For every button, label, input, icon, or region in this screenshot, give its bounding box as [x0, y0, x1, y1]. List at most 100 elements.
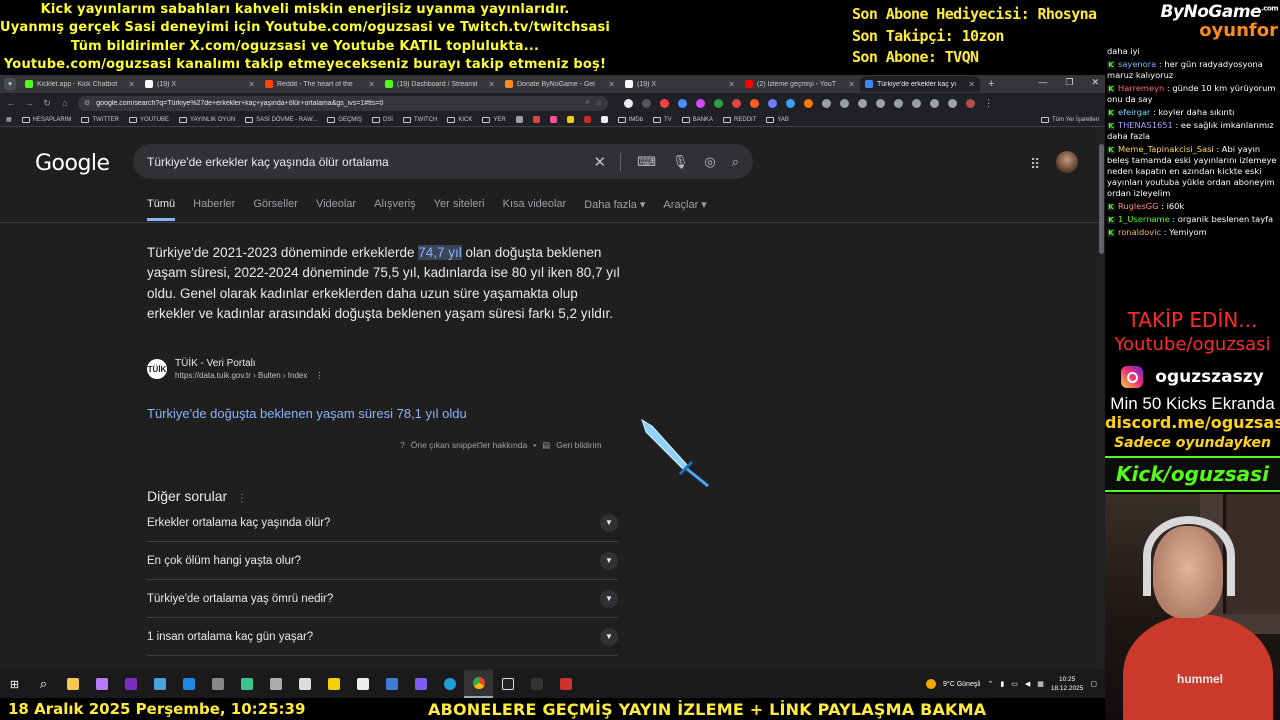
bookmark-item[interactable]: YAB — [766, 116, 789, 123]
language-icon[interactable]: ▦ — [1037, 680, 1044, 688]
extension-icon[interactable] — [786, 98, 795, 108]
browser-tab[interactable]: (19) X ✕ — [140, 76, 260, 92]
menu-dots-icon[interactable]: ⋮ — [984, 98, 993, 109]
start-button[interactable]: ⊞ — [0, 670, 29, 698]
forward-icon[interactable]: → — [24, 98, 34, 108]
extension-icon[interactable] — [624, 98, 633, 108]
bookmark-favicon-icon[interactable] — [532, 116, 540, 123]
extension-icon[interactable] — [678, 98, 687, 108]
bookmark-favicon-icon[interactable] — [566, 116, 574, 123]
apps-grid-icon[interactable]: ⠿ — [1030, 156, 1040, 173]
omnibox[interactable]: ⚙ google.com/search?q=Türkiye%27de+erkek… — [78, 95, 608, 111]
keyboard-icon[interactable]: ⌨ — [637, 154, 656, 170]
sidepanel-icon[interactable] — [912, 98, 921, 108]
bookmark-item[interactable]: BANKA — [681, 116, 713, 123]
search-icon[interactable]: ⌕ — [732, 154, 739, 170]
result-link[interactable]: Türkiye'de doğuşta beklenen yaşam süresi… — [147, 406, 467, 421]
extensions-puzzle-icon[interactable] — [840, 98, 849, 108]
search-tab[interactable]: Araçlar ▾ — [663, 198, 706, 221]
bookmark-item[interactable]: DSİ — [371, 116, 393, 123]
tab-close-icon[interactable]: ✕ — [728, 80, 735, 89]
zoom-icon[interactable]: ⌕ — [586, 99, 590, 107]
app-icon[interactable] — [319, 670, 348, 698]
close-window-icon[interactable]: ✕ — [1091, 77, 1099, 88]
chrome-icon[interactable] — [464, 670, 493, 698]
question-row[interactable]: 1 insan ortalama kaç gün yaşar? ▼ — [147, 618, 618, 656]
reading-list-icon[interactable] — [930, 98, 939, 108]
back-icon[interactable]: ← — [6, 98, 16, 108]
question-row[interactable]: En çok ölüm hangi yaşta olur? ▼ — [147, 542, 618, 580]
network-icon[interactable]: ▭ — [1011, 680, 1018, 688]
bookmark-item[interactable]: IMDb — [617, 116, 643, 123]
search-tab[interactable]: Kısa videolar — [503, 198, 567, 221]
app-icon[interactable] — [232, 670, 261, 698]
extension-icon[interactable] — [714, 98, 723, 108]
chat-username[interactable]: 1_Username — [1118, 214, 1170, 224]
question-row[interactable]: Türkiye'de ortalama yaş ömrü nedir? ▼ — [147, 580, 618, 618]
search-tab[interactable]: Videolar — [316, 198, 356, 221]
more-options-icon[interactable]: ⋮ — [316, 371, 324, 380]
chat-username[interactable]: efeirgar — [1118, 107, 1150, 117]
bookmark-item[interactable]: TWITCH — [402, 116, 437, 123]
app-icon[interactable] — [87, 670, 116, 698]
tab-close-icon[interactable]: ✕ — [248, 80, 255, 89]
delete-icon[interactable] — [894, 98, 903, 108]
app-icon[interactable] — [203, 670, 232, 698]
profile-icon[interactable] — [966, 98, 975, 108]
bookmark-item[interactable]: HESAPLARIM — [21, 116, 71, 123]
more-options-icon[interactable]: ⋮ — [237, 493, 247, 504]
chat-username[interactable]: RuglesGG — [1118, 201, 1159, 211]
search-tab[interactable]: Alışveriş — [374, 198, 416, 221]
extension-icon[interactable] — [660, 98, 669, 108]
tab-search-button[interactable]: ▾ — [4, 78, 16, 90]
bookmark-item[interactable]: YAYINLIK OYUN — [179, 116, 235, 123]
feedback-link[interactable]: Geri bildirim — [556, 440, 601, 451]
bookmark-item[interactable]: REDDIT — [723, 116, 756, 123]
extension-icon[interactable] — [642, 98, 651, 108]
search-box[interactable]: Türkiye'de erkekler kaç yaşında ölür ort… — [133, 144, 753, 179]
tab-close-icon[interactable]: ✕ — [368, 80, 375, 89]
download-icon[interactable] — [876, 98, 885, 108]
chat-username[interactable]: Meme_Tapinakcisi_Sasi — [1118, 144, 1214, 154]
scroll-thumb[interactable] — [1099, 144, 1104, 254]
app-icon[interactable] — [493, 670, 522, 698]
chevron-down-icon[interactable]: ▼ — [600, 589, 618, 608]
about-snippets-link[interactable]: Öne çıkan snippet'ler hakkında — [411, 440, 527, 451]
chevron-down-icon[interactable]: ▼ — [600, 551, 618, 570]
search-tab[interactable]: Daha fazla ▾ — [584, 198, 645, 221]
bookmark-favicon-icon[interactable] — [549, 116, 557, 123]
chat-username[interactable]: ronaldovic — [1118, 227, 1161, 237]
browser-tab[interactable]: (19) Dashboard / Streamit ✕ — [380, 76, 500, 92]
camera-icon[interactable] — [261, 670, 290, 698]
snippet-source[interactable]: TÜİK TÜİK - Veri Portalı https://data.tu… — [147, 358, 324, 380]
app-icon[interactable] — [377, 670, 406, 698]
browser-tab[interactable]: (19) X ✕ — [620, 76, 740, 92]
app-icon[interactable] — [348, 670, 377, 698]
notification-icon[interactable]: ▢ — [1090, 680, 1097, 688]
app-icon[interactable] — [551, 670, 580, 698]
browser-tab[interactable]: Reddit - The heart of the ✕ — [260, 76, 380, 92]
browser-tab[interactable]: Kicklet.app - Kick Chatbot ✕ — [20, 76, 140, 92]
extension-icon[interactable] — [822, 98, 831, 108]
chat-username[interactable]: sayenora — [1118, 59, 1156, 69]
bookmark-favicon-icon[interactable] — [600, 116, 608, 123]
bookmark-favicon-icon[interactable] — [515, 116, 523, 123]
onenote-icon[interactable] — [116, 670, 145, 698]
google-logo[interactable]: Google — [35, 151, 110, 176]
clear-icon[interactable]: ✕ — [594, 153, 607, 171]
bookmark-item[interactable]: TWITTER — [81, 116, 119, 123]
lens-icon[interactable]: ◎ — [704, 154, 715, 170]
tab-close-icon[interactable]: ✕ — [128, 80, 135, 89]
chevron-down-icon[interactable]: ▼ — [600, 627, 618, 646]
tray-chevron-icon[interactable]: ⌃ — [987, 680, 993, 688]
mic-icon[interactable]: 🎙︎ — [672, 154, 689, 170]
app-icon[interactable] — [406, 670, 435, 698]
tab-close-icon[interactable]: ✕ — [488, 80, 495, 89]
chat-username[interactable]: THENAS1651 — [1118, 120, 1173, 130]
home-icon[interactable]: ⌂ — [60, 98, 70, 108]
usb-icon[interactable]: ▮ — [1000, 680, 1004, 688]
search-tab[interactable]: Görseller — [253, 198, 298, 221]
search-tab[interactable]: Yer siteleri — [434, 198, 485, 221]
chat-username[interactable]: Harremeyn — [1118, 83, 1164, 93]
app-icon[interactable] — [174, 670, 203, 698]
